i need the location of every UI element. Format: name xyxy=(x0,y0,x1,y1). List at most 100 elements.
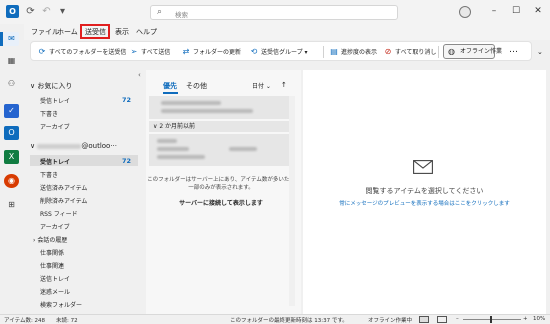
close-icon[interactable]: ✕ xyxy=(531,4,545,18)
folder-item[interactable]: 下書き xyxy=(40,109,58,118)
reading-pane-title: 閲覧するアイテムを選択してください xyxy=(365,187,484,195)
preview-setting-link[interactable]: 常にメッセージのプレビューを表示する場合はここをクリックします xyxy=(303,199,546,207)
redacted-sender xyxy=(157,139,177,143)
people-icon[interactable]: ⚇ xyxy=(4,77,19,91)
office-icon[interactable]: ◉ xyxy=(4,174,19,188)
reading-view-icon[interactable] xyxy=(437,316,447,323)
ribbon-divider xyxy=(323,46,324,58)
redacted-preview xyxy=(157,155,205,159)
ribbon-divider xyxy=(438,46,439,58)
last-update-status: このフォルダーの最終更新時刻は 13:37 です。 xyxy=(230,318,348,324)
collapse-pane-icon[interactable]: ‹ xyxy=(138,71,141,79)
menu-highlight-box xyxy=(80,24,110,39)
menu-help[interactable]: ヘルプ xyxy=(136,27,157,37)
folder-item[interactable]: 迷惑メール xyxy=(40,287,70,296)
progress-icon: ▤ xyxy=(330,47,338,56)
mail-icon[interactable]: ✉ xyxy=(4,32,19,46)
unread-count: 72 xyxy=(122,157,132,165)
normal-view-icon[interactable] xyxy=(419,316,429,323)
search-placeholder: 検索 xyxy=(175,11,188,19)
redacted-subject xyxy=(161,109,253,113)
app-rail: ✉ ▦ ⚇ ✓ O X ◉ ⊞ xyxy=(0,24,24,314)
folder-sync-icon: ⇄ xyxy=(182,47,190,56)
menu-bar: ファイル ホーム 送受信 表示 ヘルプ xyxy=(24,24,550,40)
cancel-icon: ⊘ xyxy=(384,47,392,56)
send-receive-groups-button[interactable]: ⟲ 送受信グループ ▾ xyxy=(249,46,308,58)
sync-icon[interactable]: ⟳ xyxy=(24,5,37,18)
zoom-level: 10% xyxy=(533,316,546,322)
menu-file[interactable]: ファイル xyxy=(31,27,59,37)
folder-item[interactable]: RSS フィード xyxy=(40,209,78,218)
connect-server-link[interactable]: サーバーに接続して表示します xyxy=(146,198,296,207)
sort-dropdown[interactable]: 日付 ⌄ xyxy=(252,81,271,90)
sort-direction-icon[interactable]: ↑ xyxy=(281,81,287,89)
folder-item[interactable]: アーカイブ xyxy=(40,122,70,131)
list-item[interactable] xyxy=(149,134,289,166)
more-options-button[interactable]: … xyxy=(509,44,518,56)
outlook-app-icon[interactable]: O xyxy=(4,126,19,140)
send-all-button[interactable]: ➢ すべて送信 xyxy=(129,46,171,58)
rail-selection-indicator xyxy=(0,32,3,46)
excel-icon[interactable]: X xyxy=(4,150,19,164)
account-header[interactable]: ∨ @outloo··· xyxy=(30,142,117,150)
menu-home[interactable]: ホーム xyxy=(57,27,78,37)
outlook-logo-icon: O xyxy=(6,5,19,18)
folder-item[interactable]: 受信トレイ xyxy=(40,157,70,166)
folder-item[interactable]: アーカイブ xyxy=(40,222,70,231)
item-count: アイテム数: 248 xyxy=(4,318,46,324)
folder-item[interactable]: 削除済みアイテム xyxy=(40,196,87,205)
calendar-icon[interactable]: ▦ xyxy=(4,54,19,68)
groups-icon: ⟲ xyxy=(250,47,258,56)
show-progress-button[interactable]: ▤ 進捗度の表示 xyxy=(329,46,377,58)
envelope-icon xyxy=(413,160,433,174)
folder-item[interactable]: 下書き xyxy=(40,170,58,179)
folder-item[interactable]: 送信トレイ xyxy=(40,274,70,283)
tab-underline xyxy=(163,92,178,94)
globe-icon: ◍ xyxy=(448,47,455,56)
maximize-icon[interactable]: ☐ xyxy=(509,4,523,18)
redacted-sender xyxy=(161,101,221,105)
zoom-out-icon[interactable]: – xyxy=(456,316,459,322)
folder-item[interactable]: 受信トレイ xyxy=(40,96,70,105)
zoom-slider[interactable] xyxy=(463,319,521,320)
minimize-icon[interactable]: – xyxy=(487,4,501,18)
redacted-date xyxy=(229,147,257,151)
folder-item[interactable]: 仕事関連 xyxy=(40,261,64,270)
send-icon: ➢ xyxy=(130,47,138,56)
title-bar: O ⟳ ↶ ▾ ⌕ 検索 – ☐ ✕ xyxy=(0,0,550,24)
favorites-header[interactable]: ∨ お気に入り xyxy=(30,81,72,91)
unread-status: 未読: 72 xyxy=(56,318,78,324)
work-offline-button[interactable]: ◍ オフライン作業 xyxy=(443,44,502,59)
menu-view[interactable]: 表示 xyxy=(115,27,129,37)
folder-item[interactable]: 検索フォルダー xyxy=(40,300,82,309)
offline-status: オフライン作業中 xyxy=(368,318,413,324)
avatar[interactable] xyxy=(459,6,471,18)
unread-count: 72 xyxy=(122,96,132,104)
tab-other[interactable]: その他 xyxy=(186,81,207,91)
ribbon-expand-icon[interactable]: ⌄ xyxy=(537,46,543,58)
redacted-subject xyxy=(157,147,189,151)
account-name-redacted xyxy=(37,143,82,149)
todo-icon[interactable]: ✓ xyxy=(4,104,19,118)
search-icon: ⌕ xyxy=(157,7,163,17)
undo-icon[interactable]: ↶ xyxy=(40,5,53,18)
status-bar: アイテム数: 248 未読: 72 このフォルダーの最終更新時刻は 13:37 … xyxy=(0,314,550,324)
group-header[interactable]: ∨ 2 か月前以前 xyxy=(149,121,289,132)
folder-item[interactable]: 送信済みアイテム xyxy=(40,183,87,192)
send-receive-all-button[interactable]: ⟳ すべてのフォルダーを送受信 xyxy=(37,46,127,58)
update-folder-button[interactable]: ⇄ フォルダーの更新 xyxy=(181,46,241,58)
sync-icon: ⟳ xyxy=(38,47,46,56)
cancel-all-button[interactable]: ⊘ すべて取り消し xyxy=(383,46,437,58)
apps-icon[interactable]: ⊞ xyxy=(4,198,19,212)
folder-item[interactable]: 仕事関係 xyxy=(40,248,64,257)
server-notice: このフォルダーはサーバー上にあり、アイテム数が多いため一部のみが表示されます。 xyxy=(147,177,295,191)
message-list-scrollbar[interactable] xyxy=(289,96,295,306)
search-box[interactable]: ⌕ 検索 xyxy=(150,5,398,20)
tab-focused[interactable]: 優先 xyxy=(163,81,177,91)
folder-item[interactable]: › 会話の履歴 xyxy=(33,235,67,244)
ribbon-toolbar: ⟳ すべてのフォルダーを送受信 ➢ すべて送信 ⇄ フォルダーの更新 ⟲ 送受信グループ… xyxy=(30,41,532,61)
zoom-slider-thumb[interactable] xyxy=(490,316,492,323)
list-item[interactable] xyxy=(149,96,289,119)
zoom-in-icon[interactable]: + xyxy=(523,316,528,322)
qat-more-icon[interactable]: ▾ xyxy=(56,5,69,18)
